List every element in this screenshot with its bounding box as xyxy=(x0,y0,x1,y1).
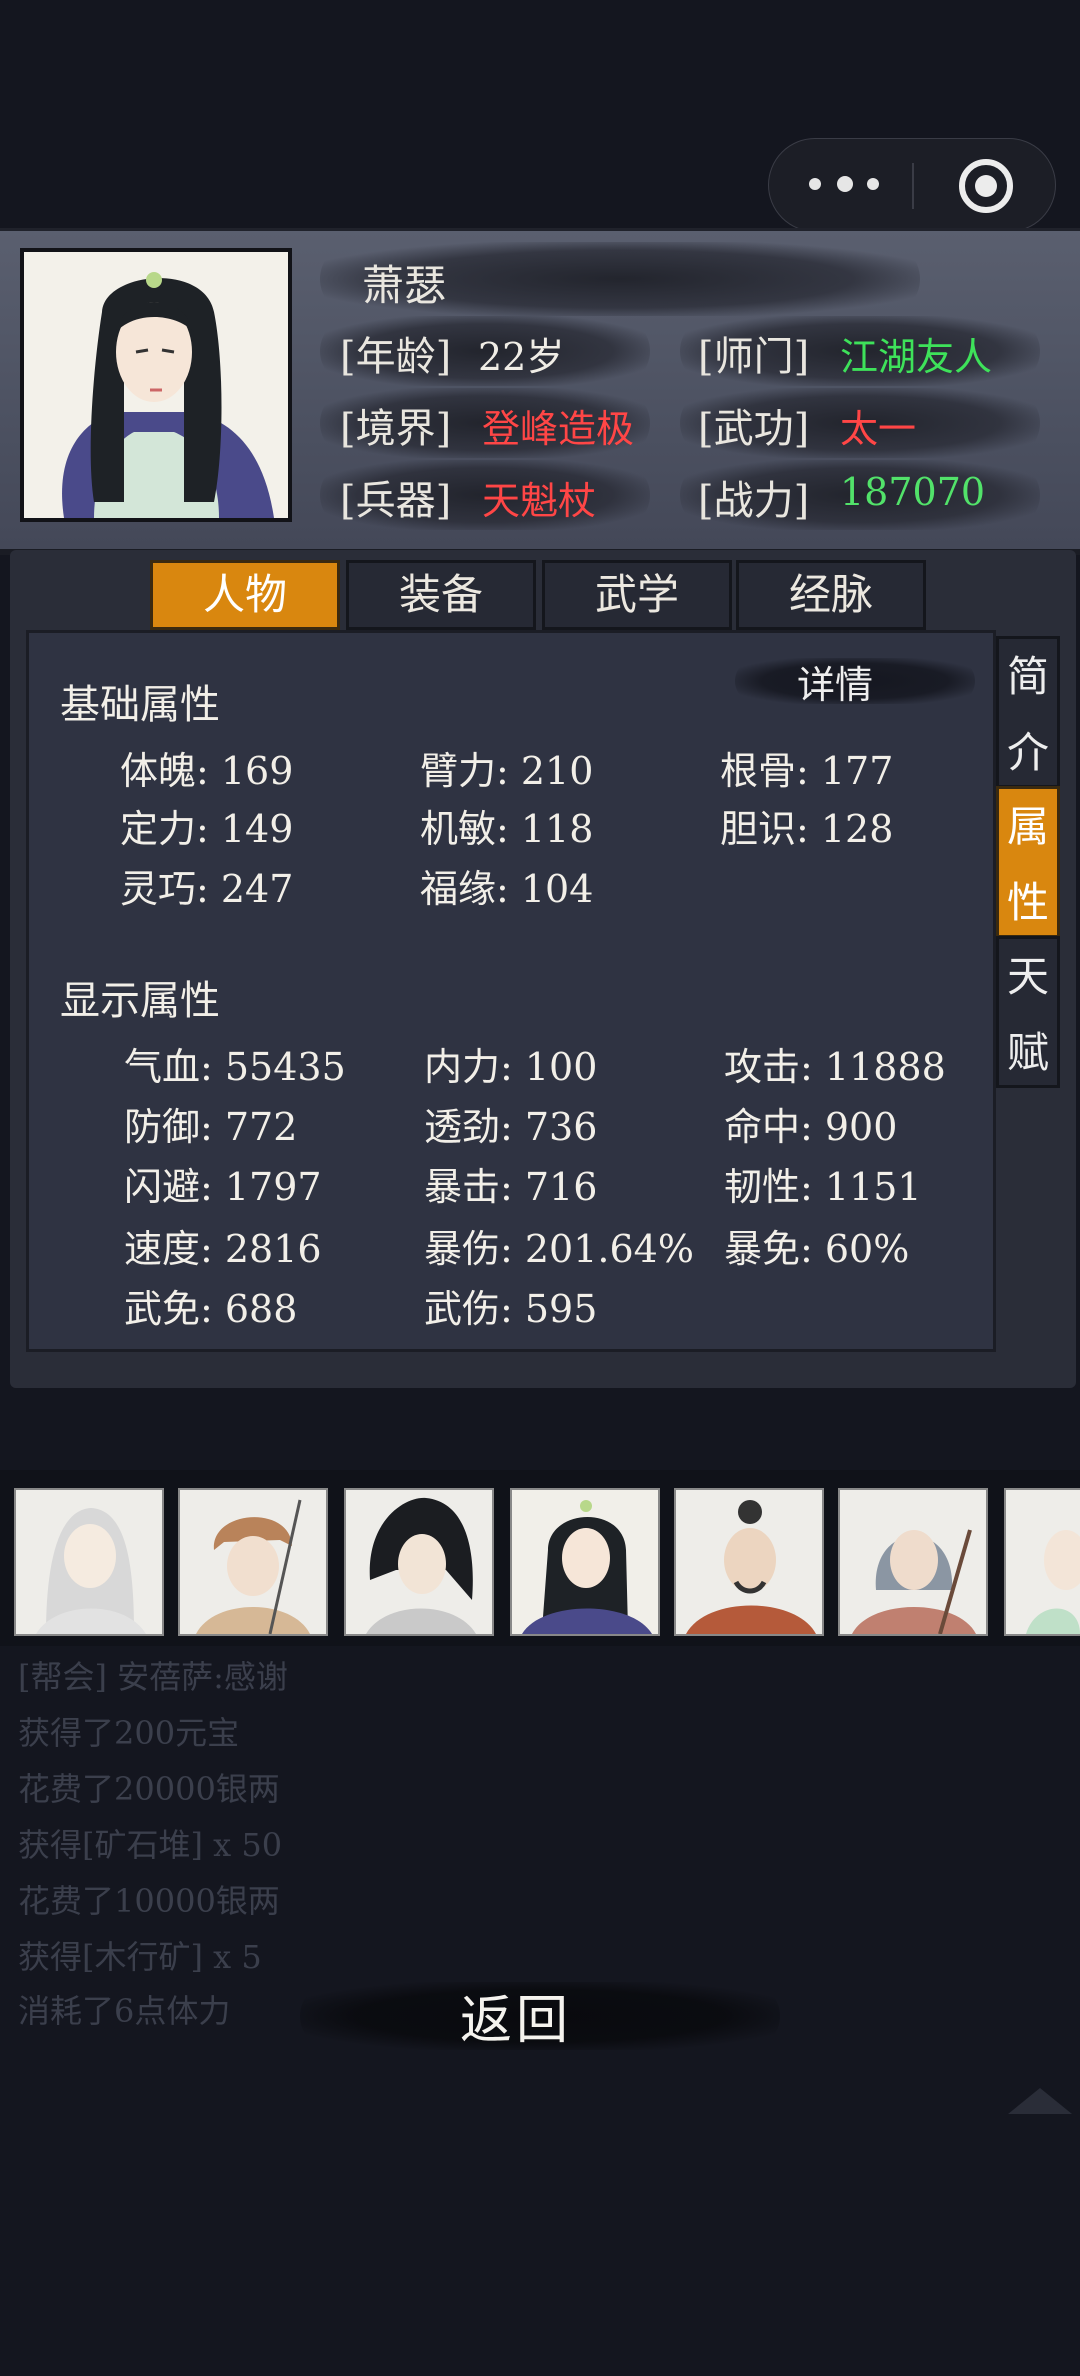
stat-dexterity: 灵巧: 247 xyxy=(120,867,294,911)
sect-label: [师门] xyxy=(698,334,810,380)
power-value: 187070 xyxy=(840,470,986,514)
tab-meridians-label: 经脉 xyxy=(788,570,873,619)
stat-dodge: 闪避: 1797 xyxy=(124,1165,322,1209)
character-name: 萧瑟 xyxy=(362,261,447,310)
character-thumb[interactable] xyxy=(344,1488,494,1636)
stat-arm-strength: 臂力: 210 xyxy=(420,749,594,793)
realm-label: [境界] xyxy=(340,406,452,452)
side-tab-talent-char1: 天 xyxy=(1006,952,1049,1001)
display-attributes-title: 显示属性 xyxy=(60,978,220,1024)
side-tab-talent-char2: 赋 xyxy=(1006,1028,1049,1077)
side-tab-intro-char1: 简 xyxy=(1006,652,1049,701)
tab-martial-arts-label: 武学 xyxy=(594,570,679,619)
stat-crit-resist: 暴免: 60% xyxy=(724,1227,910,1271)
skill-value: 太一 xyxy=(840,407,917,451)
stat-bone: 根骨: 177 xyxy=(720,749,894,793)
character-thumb[interactable] xyxy=(1004,1488,1080,1636)
detail-button[interactable]: 详情 xyxy=(735,652,975,712)
log-line: [帮会] 安蓓萨:感谢 xyxy=(18,1658,288,1696)
age-label: [年龄] xyxy=(340,334,452,380)
tab-character-label: 人物 xyxy=(202,570,287,619)
character-thumb[interactable] xyxy=(14,1488,164,1636)
tab-equipment[interactable]: 装备 xyxy=(346,560,536,630)
character-thumb[interactable] xyxy=(674,1488,824,1636)
character-thumb[interactable] xyxy=(838,1488,988,1636)
weapon-label: [兵器] xyxy=(340,478,452,524)
stat-martial-resist: 武免: 688 xyxy=(124,1287,298,1331)
character-portrait xyxy=(20,248,292,522)
stat-inner-power: 内力: 100 xyxy=(424,1045,598,1089)
stat-toughness: 韧性: 1151 xyxy=(724,1165,922,1209)
miniprogram-capsule xyxy=(768,138,1056,232)
character-thumb-selected[interactable] xyxy=(510,1488,660,1636)
age-value: 22岁 xyxy=(478,335,565,379)
tab-meridians[interactable]: 经脉 xyxy=(736,560,926,630)
tab-equipment-label: 装备 xyxy=(398,570,483,619)
capsule-divider xyxy=(912,163,914,209)
stat-speed: 速度: 2816 xyxy=(124,1227,322,1271)
stat-agility: 机敏: 118 xyxy=(420,807,594,851)
stat-accuracy: 命中: 900 xyxy=(724,1105,898,1149)
stat-hp: 气血: 55435 xyxy=(124,1045,346,1089)
stat-penetration: 透劲: 736 xyxy=(424,1105,598,1149)
log-line: 获得[矿石堆] x 50 xyxy=(18,1826,283,1864)
log-line: 消耗了6点体力 xyxy=(18,1992,231,2030)
skill-label: [武功] xyxy=(698,406,810,452)
realm-value: 登峰造极 xyxy=(482,407,635,451)
side-tab-attributes[interactable]: 属 性 xyxy=(996,786,1060,938)
side-tab-intro[interactable]: 简 介 xyxy=(996,636,1060,788)
tab-martial-arts[interactable]: 武学 xyxy=(542,560,732,630)
stat-defense: 防御: 772 xyxy=(124,1105,298,1149)
log-line: 花费了10000银两 xyxy=(18,1882,280,1920)
tab-character[interactable]: 人物 xyxy=(150,560,340,630)
back-button[interactable]: 返回 xyxy=(300,1976,780,2056)
detail-label: 详情 xyxy=(797,663,874,707)
side-tab-intro-char2: 介 xyxy=(1006,728,1049,777)
sect-value: 江湖友人 xyxy=(840,335,993,379)
scroll-up-icon[interactable] xyxy=(1008,2088,1072,2114)
stat-crit: 暴击: 716 xyxy=(424,1165,598,1209)
log-line: 获得了200元宝 xyxy=(18,1714,240,1752)
stat-composure: 定力: 149 xyxy=(120,807,294,851)
side-tab-attributes-char2: 性 xyxy=(1006,878,1049,927)
more-menu-icon[interactable] xyxy=(809,165,909,205)
close-target-icon[interactable] xyxy=(959,159,1013,213)
back-label: 返回 xyxy=(460,1991,573,2051)
log-line: 花费了20000银两 xyxy=(18,1770,280,1808)
stat-attack: 攻击: 11888 xyxy=(724,1045,946,1089)
power-label: [战力] xyxy=(698,478,810,524)
basic-attributes-title: 基础属性 xyxy=(60,682,220,728)
stat-crit-damage: 暴伤: 201.64% xyxy=(424,1227,694,1271)
log-line: 获得[木行矿] x 5 xyxy=(18,1938,262,1976)
stat-physique: 体魄: 169 xyxy=(120,749,294,793)
side-tab-talent[interactable]: 天 赋 xyxy=(996,936,1060,1088)
side-tab-attributes-char1: 属 xyxy=(1006,802,1049,851)
stat-martial-damage: 武伤: 595 xyxy=(424,1287,598,1331)
character-thumb[interactable] xyxy=(178,1488,328,1636)
stat-fortune: 福缘: 104 xyxy=(420,867,594,911)
weapon-value: 天魁杖 xyxy=(482,479,597,523)
stat-courage: 胆识: 128 xyxy=(720,807,894,851)
